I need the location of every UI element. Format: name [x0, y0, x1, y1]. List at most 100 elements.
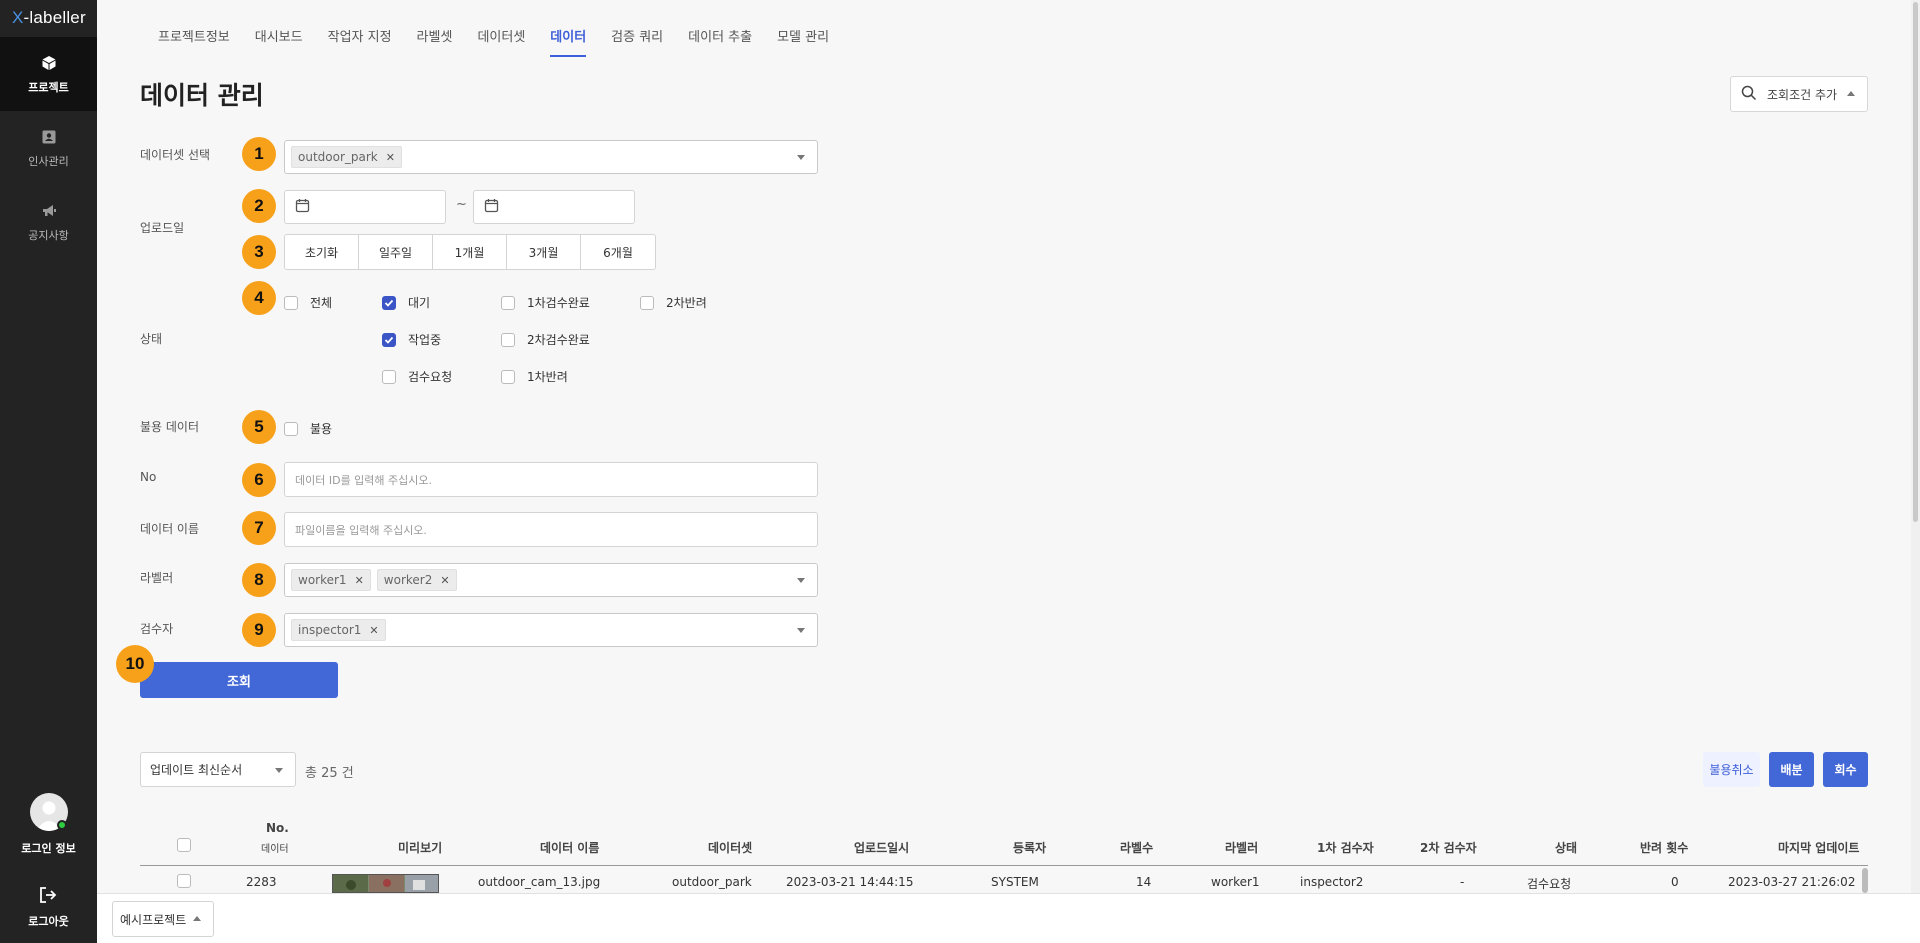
period-3month-button[interactable]: 3개월	[507, 235, 581, 269]
preview-thumbnail[interactable]	[332, 874, 439, 893]
chip-remove-icon[interactable]: ✕	[355, 574, 364, 587]
checkbox-label: 1차반려	[527, 370, 568, 384]
checkbox-box[interactable]	[640, 295, 654, 310]
calendar-icon	[295, 198, 310, 216]
status-checkbox-2nd-rejected[interactable]: 2차반려	[640, 294, 707, 311]
chevron-down-icon	[797, 155, 805, 160]
status-checkbox-all[interactable]: 전체	[284, 294, 332, 311]
checkbox-checked[interactable]	[382, 332, 396, 347]
cell-label-count: 14	[1136, 875, 1152, 889]
checkbox-box[interactable]	[501, 332, 515, 347]
inspector-label: 검수자	[140, 622, 174, 636]
add-condition-label: 조회조건 추가	[1767, 87, 1838, 102]
app-logo[interactable]: X-labeller	[12, 8, 86, 28]
tab-dataset[interactable]: 데이터셋	[477, 26, 525, 57]
step-badge-8: 8	[242, 563, 276, 597]
checkbox-box[interactable]	[501, 295, 515, 310]
unuse-cancel-button[interactable]: 불용취소	[1703, 752, 1760, 787]
tab-labelset[interactable]: 라벨셋	[417, 26, 453, 57]
chip-label: inspector1	[298, 623, 362, 637]
row-checkbox[interactable]	[177, 874, 191, 888]
project-select-value: 예시프로젝트	[120, 912, 187, 927]
project-select[interactable]: 예시프로젝트	[112, 901, 214, 937]
id-card-icon	[39, 127, 59, 147]
step-badge-3: 3	[242, 235, 276, 269]
checkbox-label: 불용	[310, 422, 333, 436]
status-checkbox-working[interactable]: 작업중	[382, 331, 441, 348]
cell-last-update: 2023-03-27 21:26:02	[1728, 875, 1856, 889]
status-checkbox-2nd-review-done[interactable]: 2차검수완료	[501, 331, 590, 348]
logout-button[interactable]: 로그아웃	[0, 913, 97, 929]
cell-no: 2283	[246, 875, 277, 889]
search-button[interactable]: 조회	[140, 662, 338, 698]
table-header-divider	[140, 865, 1868, 866]
unused-checkbox[interactable]: 불용	[284, 420, 332, 437]
start-date-input[interactable]	[284, 190, 446, 224]
step-badge-2: 2	[242, 189, 276, 223]
checkbox-box[interactable]	[284, 421, 298, 436]
tab-assign-worker[interactable]: 작업자 지정	[328, 26, 392, 57]
page-scrollbar[interactable]	[1911, 0, 1920, 893]
labeller-select[interactable]: worker1 ✕ worker2 ✕	[284, 563, 818, 597]
cell-uploaded: 2023-03-21 14:44:15	[786, 875, 914, 889]
period-reset-button[interactable]: 초기화	[285, 235, 359, 269]
page-scrollbar-thumb[interactable]	[1913, 2, 1918, 522]
select-all-checkbox[interactable]	[177, 838, 191, 852]
sidebar-item-hr[interactable]: 인사관리	[0, 111, 97, 185]
file-name-input[interactable]: 파일이름을 입력해 주십시오.	[284, 512, 818, 547]
sidebar-item-notice[interactable]: 공지사항	[0, 185, 97, 259]
col-header-dataset: 데이터셋	[708, 841, 753, 855]
status-checkbox-waiting[interactable]: 대기	[382, 294, 430, 311]
file-name-placeholder: 파일이름을 입력해 주십시오.	[295, 523, 427, 537]
checkbox-box[interactable]	[382, 369, 396, 384]
labeller-chip: worker1 ✕	[291, 569, 371, 591]
step-badge-10: 10	[116, 645, 154, 683]
chip-remove-icon[interactable]: ✕	[369, 624, 378, 637]
retrieve-button[interactable]: 회수	[1823, 752, 1868, 787]
col-header-registrant: 등록자	[1013, 841, 1047, 855]
status-checkbox-1st-review-done[interactable]: 1차검수완료	[501, 294, 590, 311]
chevron-down-icon	[797, 578, 805, 583]
chip-remove-icon[interactable]: ✕	[440, 574, 449, 587]
period-6month-button[interactable]: 6개월	[581, 235, 655, 269]
login-info-label[interactable]: 로그인 정보	[0, 840, 97, 856]
project-tabs: 프로젝트정보 대시보드 작업자 지정 라벨셋 데이터셋 데이터 검증 쿼리 데이…	[158, 26, 854, 57]
cell-inspector2: -	[1460, 875, 1465, 889]
checkbox-box[interactable]	[501, 369, 515, 384]
chip-remove-icon[interactable]: ✕	[386, 151, 395, 164]
online-status-dot	[57, 820, 67, 830]
tab-data[interactable]: 데이터	[550, 26, 587, 57]
data-id-input[interactable]: 데이터 ID를 입력해 주십시오.	[284, 462, 818, 497]
labeller-label: 라벨러	[140, 571, 174, 585]
tab-data-export[interactable]: 데이터 추출	[688, 26, 752, 57]
step-badge-4: 4	[242, 281, 276, 315]
col-header-data-name: 데이터 이름	[540, 841, 600, 855]
sidebar-item-project[interactable]: 프로젝트	[0, 37, 97, 111]
sort-select[interactable]: 업데이트 최신순서	[140, 752, 296, 787]
dataset-select[interactable]: outdoor_park ✕	[284, 140, 818, 174]
checkbox-checked[interactable]	[382, 295, 396, 310]
chevron-down-icon	[797, 628, 805, 633]
tab-validation-query[interactable]: 검증 쿼리	[611, 26, 663, 57]
cell-data-name[interactable]: outdoor_cam_13.jpg	[478, 875, 600, 889]
avatar[interactable]	[30, 793, 68, 831]
add-condition-select[interactable]: 조회조건 추가	[1730, 76, 1868, 112]
upload-date-label: 업로드일	[140, 221, 185, 235]
data-id-placeholder: 데이터 ID를 입력해 주십시오.	[295, 473, 433, 487]
inspector-select[interactable]: inspector1 ✕	[284, 613, 818, 647]
col-header-preview: 미리보기	[398, 841, 443, 855]
status-checkbox-1st-rejected[interactable]: 1차반려	[501, 368, 568, 385]
search-icon	[1741, 85, 1757, 104]
table-scrollbar[interactable]	[1862, 868, 1868, 893]
period-week-button[interactable]: 일주일	[359, 235, 433, 269]
tab-dashboard[interactable]: 대시보드	[255, 26, 303, 57]
col-header-last-update: 마지막 업데이트	[1778, 841, 1860, 855]
tab-project-info[interactable]: 프로젝트정보	[158, 26, 230, 57]
status-checkbox-review-request[interactable]: 검수요청	[382, 368, 452, 385]
end-date-input[interactable]	[473, 190, 635, 224]
checkbox-box[interactable]	[284, 295, 298, 310]
tab-model-management[interactable]: 모델 관리	[777, 26, 829, 57]
logout-icon[interactable]	[38, 885, 58, 905]
distribute-button[interactable]: 배분	[1769, 752, 1814, 787]
period-1month-button[interactable]: 1개월	[433, 235, 507, 269]
